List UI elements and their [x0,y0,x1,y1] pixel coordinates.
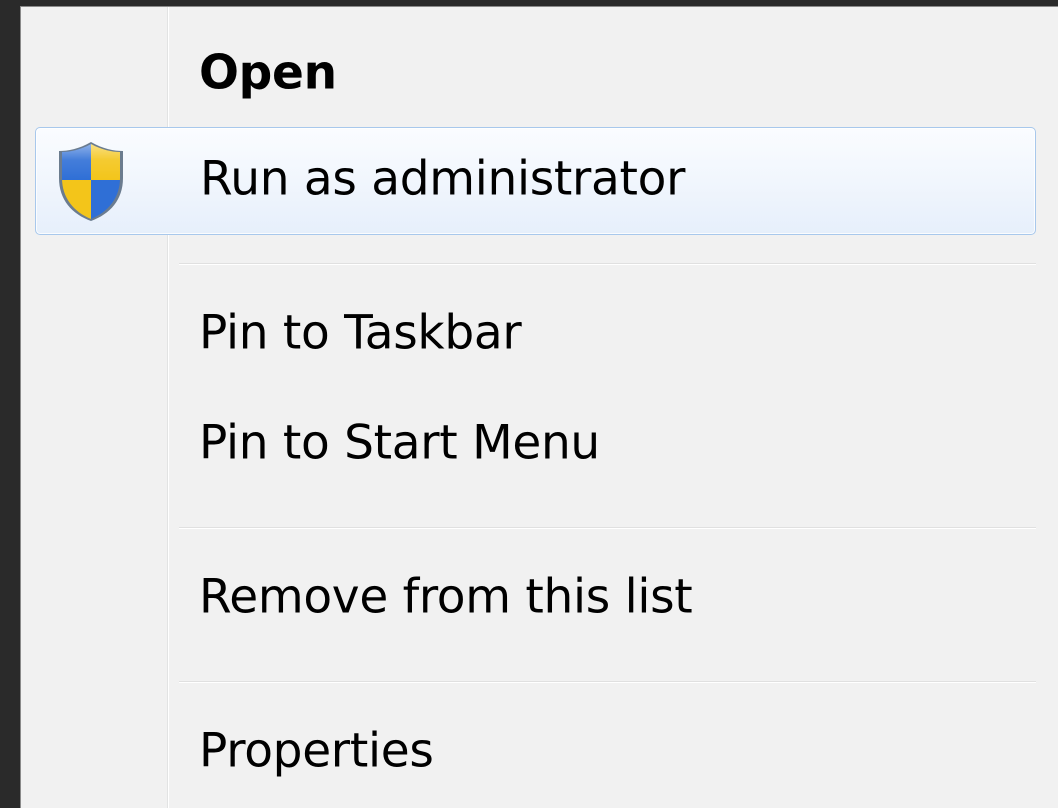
menu-item-properties[interactable]: Properties [35,699,1036,807]
menu-item-label: Run as administrator [200,151,686,207]
menu-item-run-as-administrator[interactable]: Run as administrator [35,127,1036,235]
uac-shield-icon [56,140,126,222]
menu-item-pin-to-taskbar[interactable]: Pin to Taskbar [35,281,1036,389]
menu-item-label: Remove from this list [199,569,693,625]
menu-separator [179,527,1036,529]
menu-item-label: Pin to Start Menu [199,415,600,471]
menu-item-label: Open [199,45,337,101]
menu-separator [179,681,1036,683]
menu-item-label: Pin to Taskbar [199,305,522,361]
context-menu: Open Run as administrator Pin to Taskbar… [20,6,1058,808]
menu-item-label: Properties [199,723,434,779]
menu-item-remove-from-this-list[interactable]: Remove from this list [35,545,1036,653]
menu-item-open[interactable]: Open [35,21,1036,129]
menu-separator [179,263,1036,265]
menu-item-pin-to-start-menu[interactable]: Pin to Start Menu [35,391,1036,499]
